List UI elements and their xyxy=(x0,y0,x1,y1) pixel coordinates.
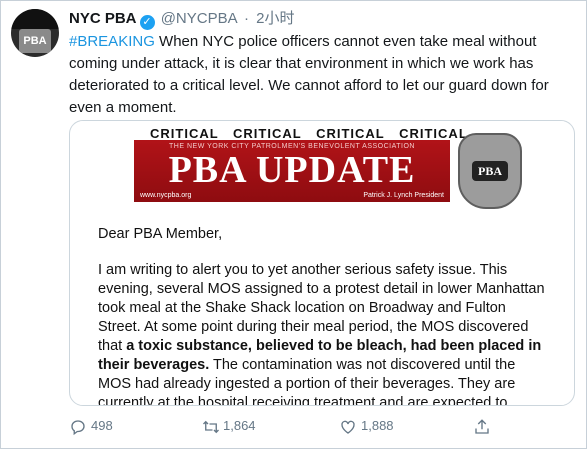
reply-count: 498 xyxy=(91,418,113,433)
avatar-badge: PBA xyxy=(19,29,51,53)
letter-body: Dear PBA Member, I am writing to alert y… xyxy=(98,225,552,405)
verified-icon: ✓ xyxy=(139,15,155,30)
like-button[interactable]: 1,888 xyxy=(339,414,394,438)
tweet-text: #BREAKING When NYC police officers canno… xyxy=(69,31,579,119)
retweet-button[interactable]: 1,864 xyxy=(201,414,256,438)
pba-shield-logo: PBA xyxy=(458,133,522,209)
media-card[interactable]: CRITICAL CRITICAL CRITICAL CRITICAL THE … xyxy=(69,120,575,406)
banner-president: Patrick J. Lynch President xyxy=(363,192,444,199)
display-name[interactable]: NYC PBA xyxy=(69,10,137,27)
letter-greeting: Dear PBA Member, xyxy=(98,226,223,242)
banner-title: PBA UPDATE xyxy=(168,149,416,191)
like-icon xyxy=(339,415,361,439)
reply-button[interactable]: 498 xyxy=(69,414,113,438)
pba-update-banner: THE NEW YORK CITY PATROLMEN'S BENEVOLENT… xyxy=(134,140,450,202)
tweet-timestamp[interactable]: 2小时 xyxy=(256,10,294,27)
tweet-header: NYC PBA ✓ @NYCPBA · 2小时 xyxy=(69,9,294,30)
tweet-actions: 498 1,864 1,888 xyxy=(69,414,509,438)
share-icon xyxy=(473,415,495,439)
share-button[interactable] xyxy=(473,414,495,438)
retweet-count: 1,864 xyxy=(223,418,256,433)
avatar-band xyxy=(11,9,59,29)
avatar[interactable]: PBA xyxy=(11,9,59,57)
letter-paragraph: I am writing to alert you to yet another… xyxy=(98,261,552,405)
user-handle[interactable]: @NYCPBA xyxy=(161,10,237,27)
like-count: 1,888 xyxy=(361,418,394,433)
reply-icon xyxy=(69,415,91,439)
critical-header: CRITICAL CRITICAL CRITICAL CRITICAL xyxy=(150,126,468,141)
banner-url: www.nycpba.org xyxy=(140,192,192,199)
separator-dot: · xyxy=(243,10,249,27)
letter-image: CRITICAL CRITICAL CRITICAL CRITICAL THE … xyxy=(80,121,564,405)
hashtag-link[interactable]: #BREAKING xyxy=(69,33,155,50)
retweet-icon xyxy=(201,415,223,439)
shield-text: PBA xyxy=(472,161,508,181)
